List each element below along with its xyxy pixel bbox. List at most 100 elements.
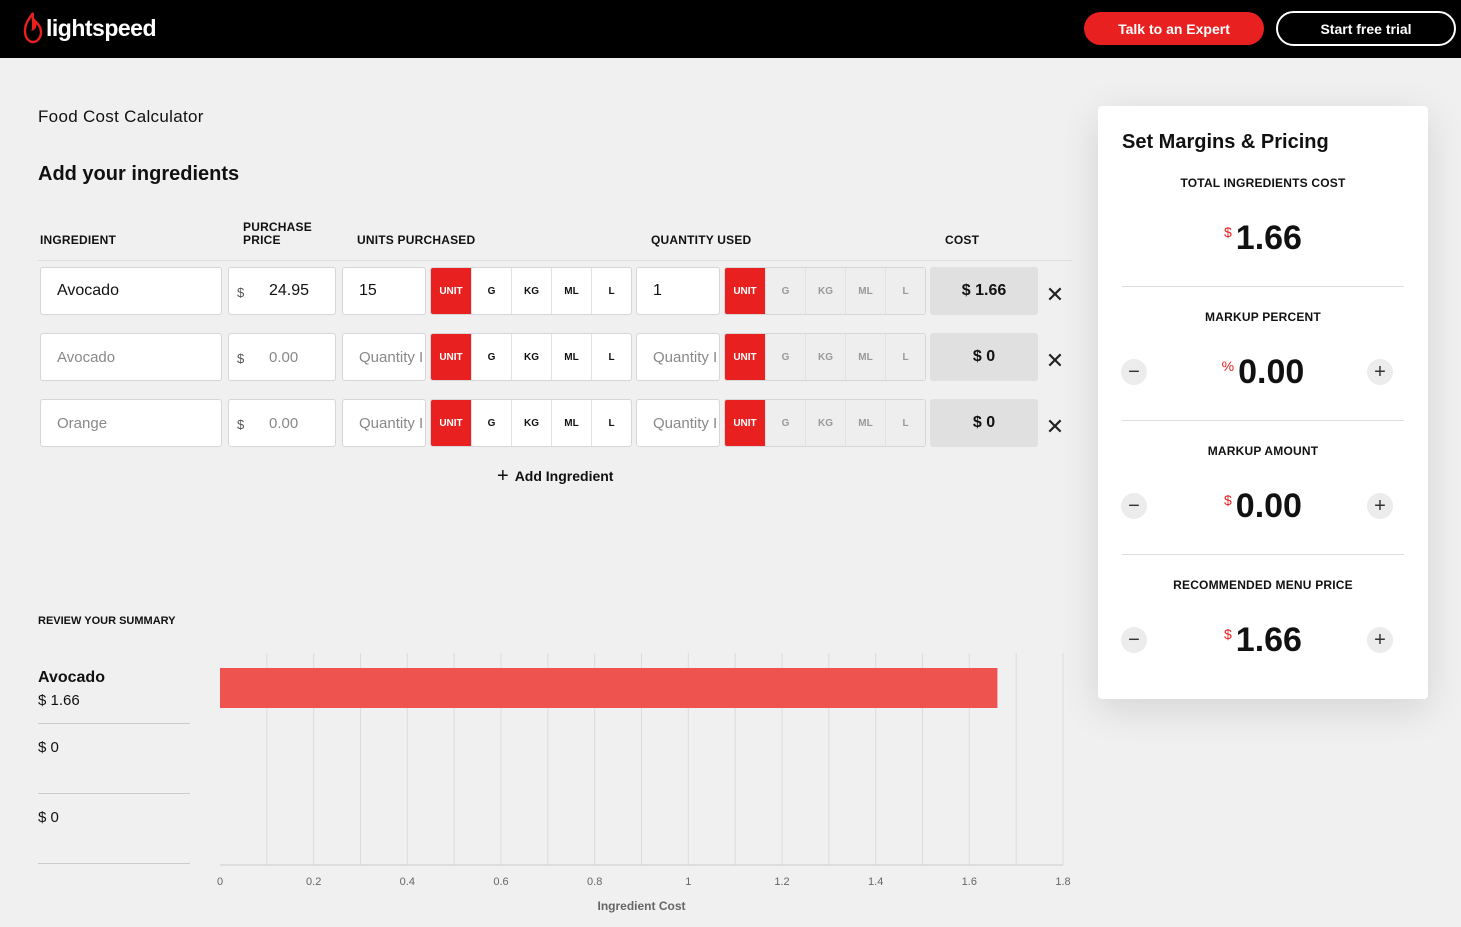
panel-title: Set Margins & Pricing <box>1122 131 1329 153</box>
unit-option-ml[interactable]: ML <box>551 400 591 446</box>
x-tick-label: 0 <box>217 876 223 888</box>
markup-amount-label: MARKUP AMOUNT <box>1207 444 1319 458</box>
x-tick-label: 1.4 <box>868 876 883 888</box>
panel-divider <box>1122 286 1404 287</box>
unit-option-kg[interactable]: KG <box>805 334 845 380</box>
unit-option-l[interactable]: L <box>885 334 925 380</box>
summary-title: REVIEW YOUR SUMMARY <box>38 615 176 627</box>
unit-option-g[interactable]: G <box>471 400 511 446</box>
units-purchased-input[interactable]: Quantity I <box>342 333 426 381</box>
ingredient-row: Orange $0.00 Quantity I UNIT G KG ML L Quantity … <box>0 399 1100 449</box>
unit-option-ml[interactable]: ML <box>845 400 885 446</box>
currency-symbol: $ <box>1224 626 1232 642</box>
quantity-used-selector: UNIT G KG ML L <box>724 333 926 381</box>
unit-option-kg[interactable]: KG <box>511 334 551 380</box>
units-purchased-input[interactable]: 15 <box>342 267 426 315</box>
remove-row-icon[interactable]: ✕ <box>1045 350 1065 372</box>
ingredient-input[interactable]: Avocado <box>40 333 222 381</box>
top-nav: lightspeed Talk to an Expert Start free … <box>0 0 1461 58</box>
col-purchase-price-line2: PRICE <box>243 233 281 247</box>
unit-option-l[interactable]: L <box>591 334 631 380</box>
ingredient-row: Avocado $24.95 15 UNIT G KG ML L 1 UNIT G KG ML L $ 1.… <box>0 267 1100 317</box>
ingredient-input-placeholder: Avocado <box>57 348 116 366</box>
lightspeed-logo[interactable]: lightspeed <box>22 10 157 46</box>
unit-option-unit[interactable]: UNIT <box>431 268 471 314</box>
ingredient-row: Avocado $0.00 Quantity I UNIT G KG ML L Quantity… <box>0 333 1100 383</box>
x-tick-label: 0.2 <box>306 876 321 888</box>
unit-option-kg[interactable]: KG <box>511 268 551 314</box>
section-title: Add your ingredients <box>38 163 240 185</box>
unit-option-ml[interactable]: ML <box>551 268 591 314</box>
x-tick-label: 1 <box>685 876 691 888</box>
unit-option-ml[interactable]: ML <box>845 334 885 380</box>
remove-row-icon[interactable]: ✕ <box>1045 416 1065 438</box>
menu-price-amount[interactable]: 1.66 <box>1236 621 1302 659</box>
x-tick-label: 1.8 <box>1055 876 1070 888</box>
unit-option-ml[interactable]: ML <box>551 334 591 380</box>
unit-option-kg[interactable]: KG <box>511 400 551 446</box>
markup-amount-amount[interactable]: 0.00 <box>1236 487 1302 525</box>
x-axis-label: Ingredient Cost <box>597 899 685 913</box>
quantity-used-input-value: 1 <box>653 282 662 299</box>
unit-option-kg[interactable]: KG <box>805 400 845 446</box>
unit-option-unit[interactable]: UNIT <box>725 400 765 446</box>
x-tick-label: 0.4 <box>400 876 415 888</box>
x-tick-label: 0.6 <box>493 876 508 888</box>
add-ingredient-label: Add Ingredient <box>514 468 614 484</box>
unit-option-g[interactable]: G <box>765 334 805 380</box>
col-quantity-used: QUANTITY USED <box>651 233 752 247</box>
purchase-price-input[interactable]: $0.00 <box>228 333 336 381</box>
talk-to-expert-button[interactable]: Talk to an Expert <box>1084 12 1264 45</box>
menu-price-plus-button[interactable]: + <box>1367 627 1393 653</box>
unit-option-kg[interactable]: KG <box>805 268 845 314</box>
unit-option-ml[interactable]: ML <box>845 268 885 314</box>
bar-1 <box>220 668 998 708</box>
unit-option-unit[interactable]: UNIT <box>431 334 471 380</box>
units-purchased-selector: UNIT G KG ML L <box>430 399 632 447</box>
start-free-trial-button[interactable]: Start free trial <box>1276 11 1456 46</box>
unit-option-l[interactable]: L <box>591 400 631 446</box>
total-cost-label: TOTAL INGREDIENTS COST <box>1180 176 1346 190</box>
header-divider <box>38 260 1072 261</box>
col-purchase-price: PURCHASE PRICE <box>243 221 312 247</box>
purchase-price-input[interactable]: $0.00 <box>228 399 336 447</box>
unit-option-g[interactable]: G <box>471 334 511 380</box>
margins-pricing-panel: Set Margins & Pricing TOTAL INGREDIENTS … <box>1098 106 1428 699</box>
markup-percent-amount[interactable]: 0.00 <box>1238 353 1304 391</box>
quantity-used-input[interactable]: Quantity I <box>636 333 720 381</box>
x-tick-label: 1.6 <box>962 876 977 888</box>
add-ingredient-button[interactable]: + Add Ingredient <box>497 466 613 486</box>
col-units-purchased: UNITS PURCHASED <box>357 233 476 247</box>
units-purchased-input-value: 15 <box>359 282 377 299</box>
quantity-used-input[interactable]: 1 <box>636 267 720 315</box>
total-cost-amount: 1.66 <box>1235 219 1302 257</box>
x-tick-label: 1.2 <box>774 876 789 888</box>
units-purchased-input[interactable]: Quantity I <box>342 399 426 447</box>
currency-symbol: $ <box>1224 492 1232 508</box>
ingredient-input[interactable]: Avocado <box>40 267 222 315</box>
remove-row-icon[interactable]: ✕ <box>1045 284 1065 306</box>
purchase-price-input[interactable]: $24.95 <box>228 267 336 315</box>
ingredient-input[interactable]: Orange <box>40 399 222 447</box>
unit-option-unit[interactable]: UNIT <box>431 400 471 446</box>
unit-option-unit[interactable]: UNIT <box>725 268 765 314</box>
quantity-used-input-placeholder: Quantity I <box>653 348 718 366</box>
flame-icon <box>23 12 43 44</box>
dollar-sign: $ <box>237 417 245 432</box>
unit-option-unit[interactable]: UNIT <box>725 334 765 380</box>
unit-option-g[interactable]: G <box>471 268 511 314</box>
units-purchased-input-placeholder: Quantity I <box>359 414 424 432</box>
unit-option-g[interactable]: G <box>765 268 805 314</box>
unit-option-l[interactable]: L <box>885 268 925 314</box>
markup-percent-plus-button[interactable]: + <box>1367 359 1393 385</box>
quantity-used-input[interactable]: Quantity I <box>636 399 720 447</box>
ingredient-input-placeholder: Orange <box>57 414 108 432</box>
ingredient-input-value: Avocado <box>57 282 119 299</box>
markup-amount-plus-button[interactable]: + <box>1367 493 1393 519</box>
unit-option-g[interactable]: G <box>765 400 805 446</box>
dollar-sign: $ <box>237 351 245 366</box>
unit-option-l[interactable]: L <box>591 268 631 314</box>
unit-option-l[interactable]: L <box>885 400 925 446</box>
units-purchased-selector: UNIT G KG ML L <box>430 333 632 381</box>
units-purchased-selector: UNIT G KG ML L <box>430 267 632 315</box>
